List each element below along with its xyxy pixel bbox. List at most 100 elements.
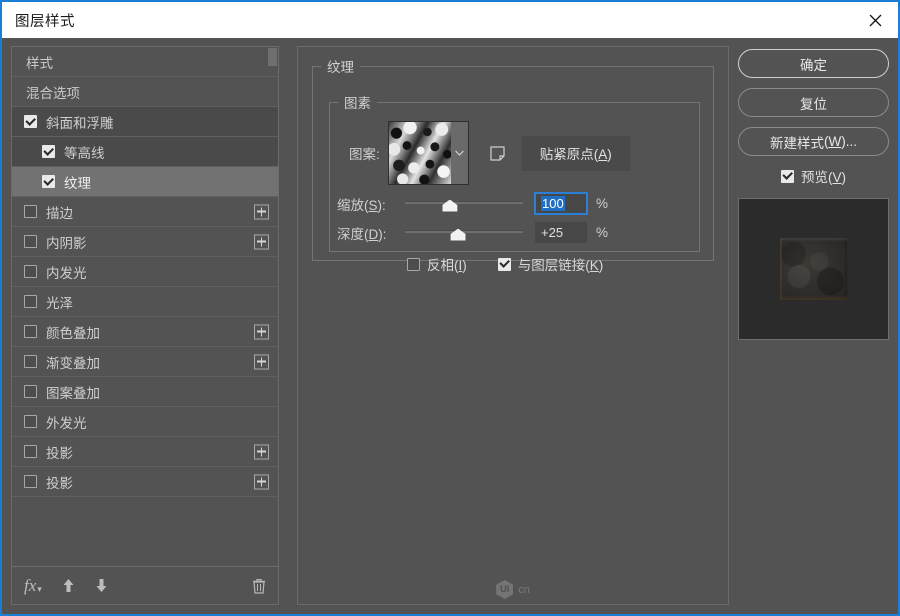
preview-chip xyxy=(780,238,848,300)
page-title: 图层样式 xyxy=(15,10,75,31)
chevron-down-icon[interactable] xyxy=(451,122,468,184)
invert-checkbox[interactable]: 反相(I) xyxy=(407,254,467,274)
sidebar-item-label: 等高线 xyxy=(64,142,105,162)
scale-slider[interactable] xyxy=(405,196,523,212)
invert-label-text: 反相 xyxy=(427,258,454,273)
sidebar-item-3[interactable]: 等高线 xyxy=(12,137,278,167)
link-label-text: 与图层链接 xyxy=(518,258,586,273)
new-style-label: 新建样式 xyxy=(770,132,824,152)
scale-value: 100 xyxy=(541,196,565,211)
sidebar-item-8[interactable]: 光泽 xyxy=(12,287,278,317)
depth-accel-key: D xyxy=(369,227,379,242)
style-list-toolbar: fx▾ xyxy=(12,566,278,604)
sidebar-item-label: 样式 xyxy=(26,52,53,72)
pattern-row: 图案: 贴紧原点(A xyxy=(330,121,699,185)
add-effect-icon[interactable] xyxy=(254,444,269,459)
checkbox-box[interactable] xyxy=(24,385,37,398)
checkbox-box[interactable] xyxy=(407,258,420,271)
checkbox-box[interactable] xyxy=(498,258,511,271)
add-effect-icon[interactable] xyxy=(254,354,269,369)
sidebar-item-label: 纹理 xyxy=(64,172,91,192)
link-accel-key: K xyxy=(590,258,599,273)
depth-input[interactable]: +25 xyxy=(535,222,587,243)
sidebar-item-1[interactable]: 混合选项 xyxy=(12,77,278,107)
checkbox-box[interactable] xyxy=(24,445,37,458)
sidebar-item-14[interactable]: 投影 xyxy=(12,467,278,497)
sidebar-item-label: 图案叠加 xyxy=(46,382,100,402)
new-pattern-icon[interactable] xyxy=(490,146,505,161)
add-effect-icon[interactable] xyxy=(254,234,269,249)
invert-label: 反相(I) xyxy=(427,254,467,274)
new-style-button[interactable]: 新建样式(W)... xyxy=(738,127,889,156)
add-effect-icon[interactable] xyxy=(254,324,269,339)
style-preview-thumbnail xyxy=(738,198,889,340)
arrow-down-icon[interactable] xyxy=(95,578,108,593)
sidebar-item-5[interactable]: 描边 xyxy=(12,197,278,227)
checkbox-box[interactable] xyxy=(24,325,37,338)
preview-label-text: 预览 xyxy=(801,170,828,185)
snap-accel-key: A xyxy=(598,147,607,162)
style-list: 样式混合选项斜面和浮雕等高线纹理描边内阴影内发光光泽颜色叠加渐变叠加图案叠加外发… xyxy=(12,47,278,566)
sidebar-item-9[interactable]: 颜色叠加 xyxy=(12,317,278,347)
checkbox-box[interactable] xyxy=(24,415,37,428)
sidebar-item-label: 投影 xyxy=(46,472,73,492)
depth-label-text: 深度 xyxy=(337,227,364,242)
sidebar-item-label: 渐变叠加 xyxy=(46,352,100,372)
sidebar-item-12[interactable]: 外发光 xyxy=(12,407,278,437)
watermark-text: cn xyxy=(518,584,530,596)
add-effect-icon[interactable] xyxy=(254,474,269,489)
layer-style-dialog: 图层样式 样式混合选项斜面和浮雕等高线纹理描边内阴影内发光光泽颜色叠加渐变叠加图… xyxy=(0,0,900,616)
add-effect-icon[interactable] xyxy=(254,204,269,219)
preview-accel-key: V xyxy=(832,170,841,185)
snap-to-origin-button[interactable]: 贴紧原点(A) xyxy=(522,136,630,171)
sidebar-item-label: 投影 xyxy=(46,442,73,462)
style-list-scrollbar[interactable] xyxy=(268,48,277,566)
reset-button[interactable]: 复位 xyxy=(738,88,889,117)
checkbox-box[interactable] xyxy=(42,145,55,158)
sidebar-item-7[interactable]: 内发光 xyxy=(12,257,278,287)
checkbox-box[interactable] xyxy=(24,295,37,308)
pattern-picker[interactable] xyxy=(388,121,469,185)
watermark-logo: UI xyxy=(496,580,513,599)
checkbox-box[interactable] xyxy=(24,265,37,278)
sidebar-item-label: 光泽 xyxy=(46,292,73,312)
depth-slider[interactable] xyxy=(405,225,523,241)
sidebar-item-13[interactable]: 投影 xyxy=(12,437,278,467)
sidebar-item-2[interactable]: 斜面和浮雕 xyxy=(12,107,278,137)
ok-button[interactable]: 确定 xyxy=(738,49,889,78)
scale-input[interactable]: 100 xyxy=(535,193,587,214)
sidebar-item-11[interactable]: 图案叠加 xyxy=(12,377,278,407)
checkbox-box[interactable] xyxy=(42,175,55,188)
depth-label: 深度(D): xyxy=(337,223,399,243)
dialog-body: 样式混合选项斜面和浮雕等高线纹理描边内阴影内发光光泽颜色叠加渐变叠加图案叠加外发… xyxy=(2,38,898,614)
sidebar-item-4[interactable]: 纹理 xyxy=(12,167,278,197)
sidebar-item-6[interactable]: 内阴影 xyxy=(12,227,278,257)
sidebar-item-label: 内发光 xyxy=(46,262,87,282)
new-style-accel-key: W xyxy=(828,134,841,149)
preview-checkbox[interactable]: 预览(V) xyxy=(781,166,846,186)
pattern-swatch[interactable] xyxy=(389,122,451,184)
sidebar-item-label: 颜色叠加 xyxy=(46,322,100,342)
texture-group-title: 纹理 xyxy=(321,56,360,76)
scrollbar-thumb[interactable] xyxy=(268,48,277,66)
sidebar-item-0[interactable]: 样式 xyxy=(12,47,278,77)
checkbox-box[interactable] xyxy=(24,115,37,128)
texture-settings-panel: 纹理 图素 图案: xyxy=(297,46,729,605)
sidebar-item-10[interactable]: 渐变叠加 xyxy=(12,347,278,377)
checkbox-box[interactable] xyxy=(781,170,794,183)
sidebar-item-label: 外发光 xyxy=(46,412,87,432)
chevron-down-icon: ▾ xyxy=(37,584,42,595)
close-icon[interactable] xyxy=(852,2,898,38)
preview-label: 预览(V) xyxy=(801,166,846,186)
checkbox-box[interactable] xyxy=(24,205,37,218)
checkbox-box[interactable] xyxy=(24,355,37,368)
checkbox-box[interactable] xyxy=(24,475,37,488)
title-bar: 图层样式 xyxy=(2,2,898,38)
snap-button-label: 贴紧原点 xyxy=(540,147,594,162)
fx-icon[interactable]: fx▾ xyxy=(24,576,42,596)
arrow-up-icon[interactable] xyxy=(62,578,75,593)
trash-icon[interactable] xyxy=(252,578,266,594)
link-with-layer-checkbox[interactable]: 与图层链接(K) xyxy=(498,254,604,274)
sidebar-item-label: 混合选项 xyxy=(26,82,80,102)
checkbox-box[interactable] xyxy=(24,235,37,248)
